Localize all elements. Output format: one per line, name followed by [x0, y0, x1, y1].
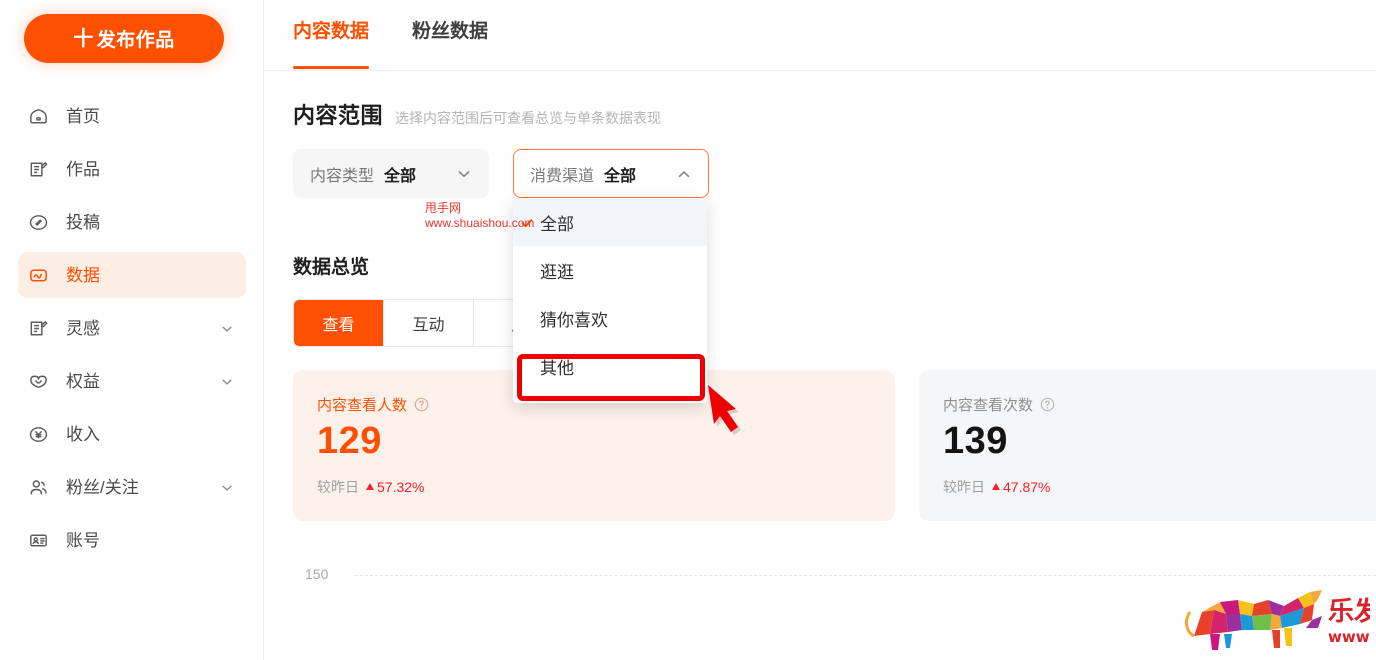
- triangle-up-icon: [992, 483, 1000, 491]
- compare-label: 较昨日: [943, 478, 985, 495]
- chevron-down-icon: [220, 480, 234, 494]
- sidebar-item-submit[interactable]: 投稿: [18, 199, 246, 245]
- app-root: 十 发布作品 首页 作品 投稿 数据 灵感 权益 收入 粉丝/关注 账号 内容数…: [0, 0, 1376, 660]
- dropdown-option-recommend[interactable]: 猜你喜欢: [513, 294, 707, 342]
- main-content: 内容数据 粉丝数据 内容范围 选择内容范围后可查看总览与单条数据表现 内容类型 …: [264, 0, 1376, 660]
- chevron-down-icon: [220, 321, 234, 335]
- chart-y-tick: 150: [305, 566, 329, 582]
- help-icon[interactable]: [1040, 397, 1055, 412]
- dropdown-option-browse[interactable]: 逛逛: [513, 246, 707, 294]
- sidebar-item-income[interactable]: 收入: [18, 411, 246, 457]
- sidebar-item-label: 首页: [66, 106, 100, 126]
- filter-label: 内容类型: [310, 167, 375, 185]
- segment-view[interactable]: 查看: [294, 300, 384, 346]
- dropdown-option-label: 逛逛: [540, 262, 574, 282]
- sidebar-item-account[interactable]: 账号: [18, 517, 246, 563]
- delta-value: 57.32%: [377, 478, 425, 495]
- sidebar: 十 发布作品 首页 作品 投稿 数据 灵感 权益 收入 粉丝/关注 账号: [0, 0, 264, 660]
- chevron-up-icon: [676, 166, 692, 182]
- filter-bar: 内容类型 全部 消费渠道 全部: [293, 149, 709, 198]
- publish-button-label: 发布作品: [96, 30, 175, 51]
- fans-icon: [26, 475, 50, 499]
- dropdown-option-all[interactable]: 全部: [513, 198, 707, 246]
- delta-value-wrap: 57.32%: [366, 479, 424, 495]
- submit-icon: [26, 210, 50, 234]
- stat-card-label: 内容查看人数: [317, 397, 408, 414]
- income-icon: [26, 422, 50, 446]
- stat-card-footer: 较昨日 57.32%: [317, 477, 895, 497]
- dropdown-option-other[interactable]: 其他: [513, 342, 707, 390]
- content-range-header: 内容范围 选择内容范围后可查看总览与单条数据表现: [293, 98, 661, 130]
- account-icon: [26, 528, 50, 552]
- plus-icon: 十: [73, 27, 94, 50]
- dropdown-option-label: 猜你喜欢: [540, 310, 608, 330]
- stat-card-value: 129: [317, 420, 382, 462]
- stat-card-footer: 较昨日 47.87%: [943, 477, 1376, 497]
- dropdown-option-label: 其他: [540, 358, 574, 378]
- delta-value: 47.87%: [1003, 478, 1051, 495]
- home-icon: [26, 104, 50, 128]
- sidebar-item-analytics[interactable]: 数据: [18, 252, 246, 298]
- sidebar-item-label: 灵感: [66, 318, 100, 338]
- sidebar-item-fans[interactable]: 粉丝/关注: [18, 464, 246, 510]
- sidebar-item-label: 粉丝/关注: [66, 477, 139, 497]
- page-subtitle: 选择内容范围后可查看总览与单条数据表现: [395, 110, 662, 126]
- tab-content-data[interactable]: 内容数据: [293, 22, 369, 41]
- inspiration-icon: [26, 316, 50, 340]
- segment-interaction[interactable]: 互动: [384, 300, 474, 346]
- analytics-icon: [26, 263, 50, 287]
- chevron-down-icon: [456, 166, 472, 182]
- benefits-icon: [26, 369, 50, 393]
- tab-fans-data[interactable]: 粉丝数据: [412, 22, 488, 41]
- stat-card-header: 内容查看次数: [943, 394, 1376, 415]
- sidebar-item-works[interactable]: 作品: [18, 146, 246, 192]
- filter-value: 全部: [384, 167, 417, 185]
- chevron-down-icon: [220, 374, 234, 388]
- tab-active-underline: [293, 66, 369, 69]
- filter-content-type[interactable]: 内容类型 全部: [293, 149, 489, 198]
- filter-value: 全部: [604, 167, 637, 185]
- chart-gridline: [355, 575, 1376, 576]
- sidebar-item-label: 投稿: [66, 212, 100, 232]
- help-icon[interactable]: [414, 397, 429, 412]
- page-title: 内容范围: [293, 103, 384, 128]
- sidebar-item-label: 权益: [66, 371, 100, 391]
- sidebar-item-label: 收入: [66, 424, 100, 444]
- sidebar-item-home[interactable]: 首页: [18, 93, 246, 139]
- sidebar-item-label: 作品: [66, 159, 100, 179]
- filter-consumption-channel[interactable]: 消费渠道 全部: [513, 149, 709, 198]
- stat-card-view-count: 内容查看次数 139 较昨日 47.87%: [919, 370, 1376, 521]
- publish-button[interactable]: 十 发布作品: [24, 14, 224, 63]
- sidebar-item-label: 数据: [66, 265, 100, 285]
- compare-label: 较昨日: [317, 478, 359, 495]
- sidebar-item-inspiration[interactable]: 灵感: [18, 305, 246, 351]
- sidebar-item-benefits[interactable]: 权益: [18, 358, 246, 404]
- check-icon: [520, 215, 534, 229]
- delta-value-wrap: 47.87%: [992, 479, 1050, 495]
- stat-card-value: 139: [943, 420, 1008, 462]
- overview-title: 数据总览: [293, 257, 370, 278]
- tab-bar: 内容数据 粉丝数据: [264, 0, 1376, 71]
- channel-dropdown-menu: 全部 逛逛 猜你喜欢 其他: [513, 198, 707, 403]
- triangle-up-icon: [366, 483, 374, 491]
- dropdown-option-label: 全部: [540, 214, 574, 234]
- sidebar-nav: 首页 作品 投稿 数据 灵感 权益 收入 粉丝/关注 账号: [0, 86, 264, 570]
- filter-label: 消费渠道: [530, 167, 595, 185]
- trend-chart: 150: [293, 546, 1376, 660]
- sidebar-item-label: 账号: [66, 530, 100, 550]
- works-icon: [26, 157, 50, 181]
- stat-card-label: 内容查看次数: [943, 397, 1034, 414]
